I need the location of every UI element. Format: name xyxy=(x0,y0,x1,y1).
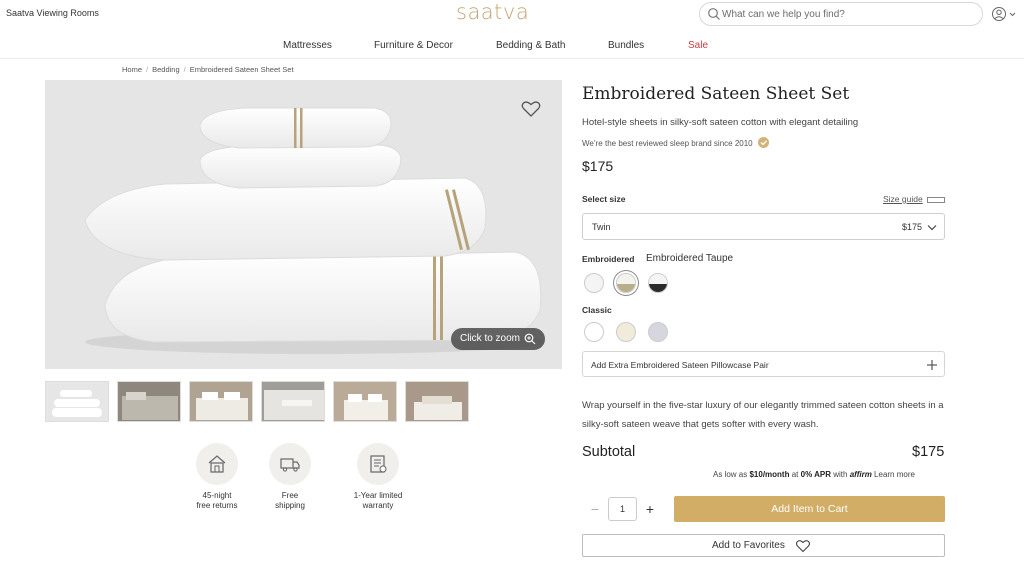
sheet-stack-illustration xyxy=(45,80,562,369)
swatch-classic-white[interactable] xyxy=(584,322,604,342)
add-to-favorites-label: Add to Favorites xyxy=(712,540,785,551)
nav-mattresses[interactable]: Mattresses xyxy=(283,40,332,51)
breadcrumb-home[interactable]: Home xyxy=(122,65,142,74)
classic-label: Classic xyxy=(582,305,612,315)
perk-circle xyxy=(357,443,399,485)
main-nav: Mattresses Furniture & Decor Bedding & B… xyxy=(0,33,1024,59)
nav-bedding-bath[interactable]: Bedding & Bath xyxy=(496,40,566,51)
search-icon xyxy=(708,8,720,20)
decrease-quantity-button[interactable]: − xyxy=(582,496,608,522)
quantity-value[interactable]: 1 xyxy=(608,497,637,521)
ruler-icon[interactable] xyxy=(927,197,945,203)
viewing-rooms-link[interactable]: Saatva Viewing Rooms xyxy=(6,8,99,18)
add-pillowcase-accordion[interactable]: Add Extra Embroidered Sateen Pillowcase … xyxy=(582,351,945,377)
perk-circle xyxy=(269,443,311,485)
perk-warranty: 1-Year limited warranty xyxy=(343,443,413,511)
finance-apr: 0% APR xyxy=(800,470,832,479)
add-to-favorites-button[interactable]: Add to Favorites xyxy=(582,534,945,557)
thumbnail-1[interactable] xyxy=(45,381,109,422)
learn-more-link[interactable]: Learn more xyxy=(874,470,915,479)
brand-claim-text: We’re the best reviewed sleep brand sinc… xyxy=(582,139,753,148)
zoom-in-icon xyxy=(524,333,536,345)
perk-line: shipping xyxy=(275,501,305,510)
breadcrumb-separator: / xyxy=(183,65,186,74)
nav-furniture-decor[interactable]: Furniture & Decor xyxy=(374,40,453,51)
finance-prefix: As low as xyxy=(713,470,748,479)
perk-line: 1-Year limited xyxy=(353,491,403,500)
plus-icon xyxy=(927,360,937,370)
search-input[interactable] xyxy=(722,6,972,23)
warranty-icon xyxy=(370,455,387,473)
perk-circle xyxy=(196,443,238,485)
size-selected-value: Twin xyxy=(592,222,611,232)
thumbnail-2[interactable] xyxy=(117,381,181,422)
zoom-label: Click to zoom xyxy=(460,333,521,344)
product-main-image[interactable] xyxy=(45,80,562,369)
affirm-logo: affirm xyxy=(849,470,872,479)
verified-check-icon xyxy=(757,137,769,148)
swatch-classic-grey[interactable] xyxy=(648,322,668,342)
swatch-embroidered-white[interactable] xyxy=(584,273,604,293)
finance-at: at xyxy=(791,470,799,479)
perk-line: Free xyxy=(281,491,299,500)
perk-line: free returns xyxy=(196,501,238,510)
add-to-cart-button[interactable]: Add Item to Cart xyxy=(674,496,945,522)
breadcrumb-separator: / xyxy=(146,65,149,74)
perk-shipping: Free shipping xyxy=(255,443,325,511)
perk-line: warranty xyxy=(362,501,394,510)
swatch-classic-ivory[interactable] xyxy=(616,322,636,342)
add-pillowcase-label: Add Extra Embroidered Sateen Pillowcase … xyxy=(591,360,769,370)
house-icon xyxy=(208,455,226,473)
size-price: $175 xyxy=(902,222,923,232)
search-box[interactable] xyxy=(699,2,983,26)
product-price: $175 xyxy=(582,158,614,174)
subtotal-label: Subtotal xyxy=(582,444,636,460)
thumbnail-3[interactable] xyxy=(189,381,253,422)
product-subtitle: Hotel-style sheets in silky-soft sateen … xyxy=(582,117,859,128)
embroidered-label: Embroidered xyxy=(582,254,635,264)
thumbnail-4[interactable] xyxy=(261,381,325,422)
breadcrumb: Home / Bedding / Embroidered Sateen Sheet Se… xyxy=(122,65,294,74)
perk-returns: 45-night free returns xyxy=(182,443,252,511)
swatch-embroidered-taupe[interactable] xyxy=(616,273,636,293)
perk-line: 45-night xyxy=(202,491,232,500)
swatch-embroidered-black[interactable] xyxy=(648,273,668,293)
selected-color-name: Embroidered Taupe xyxy=(646,253,734,264)
click-to-zoom-button[interactable]: Click to zoom xyxy=(451,328,545,350)
product-title: Embroidered Sateen Sheet Set xyxy=(582,84,850,104)
size-select[interactable]: Twin $175 xyxy=(582,213,945,240)
chevron-down-icon xyxy=(927,225,937,231)
size-guide-link[interactable]: Size guide xyxy=(883,194,923,204)
user-circle-icon[interactable] xyxy=(991,6,1017,22)
increase-quantity-button[interactable]: + xyxy=(637,496,663,522)
select-size-label: Select size xyxy=(582,194,626,204)
product-description: Wrap yourself in the five-star luxury of… xyxy=(582,400,944,430)
brand-claim: We’re the best reviewed sleep brand sinc… xyxy=(582,137,769,148)
wishlist-heart-icon[interactable] xyxy=(520,99,542,119)
breadcrumb-bedding[interactable]: Bedding xyxy=(152,65,180,74)
breadcrumb-current: Embroidered Sateen Sheet Set xyxy=(189,65,294,74)
thumbnail-6[interactable] xyxy=(405,381,469,422)
financing-message: As low as $10/month at 0% APR with affir… xyxy=(713,470,915,479)
truck-icon xyxy=(280,458,300,472)
finance-amount: $10/month xyxy=(749,470,790,479)
thumbnail-5[interactable] xyxy=(333,381,397,422)
heart-icon xyxy=(795,540,811,553)
nav-bundles[interactable]: Bundles xyxy=(608,40,644,51)
subtotal-value: $175 xyxy=(912,444,945,460)
quantity-stepper: − 1 + xyxy=(582,496,662,522)
top-bar: Saatva Viewing Rooms saatva xyxy=(0,0,1024,32)
finance-with: with xyxy=(833,470,848,479)
nav-sale[interactable]: Sale xyxy=(688,40,708,51)
saatva-logo[interactable]: saatva xyxy=(456,0,529,24)
